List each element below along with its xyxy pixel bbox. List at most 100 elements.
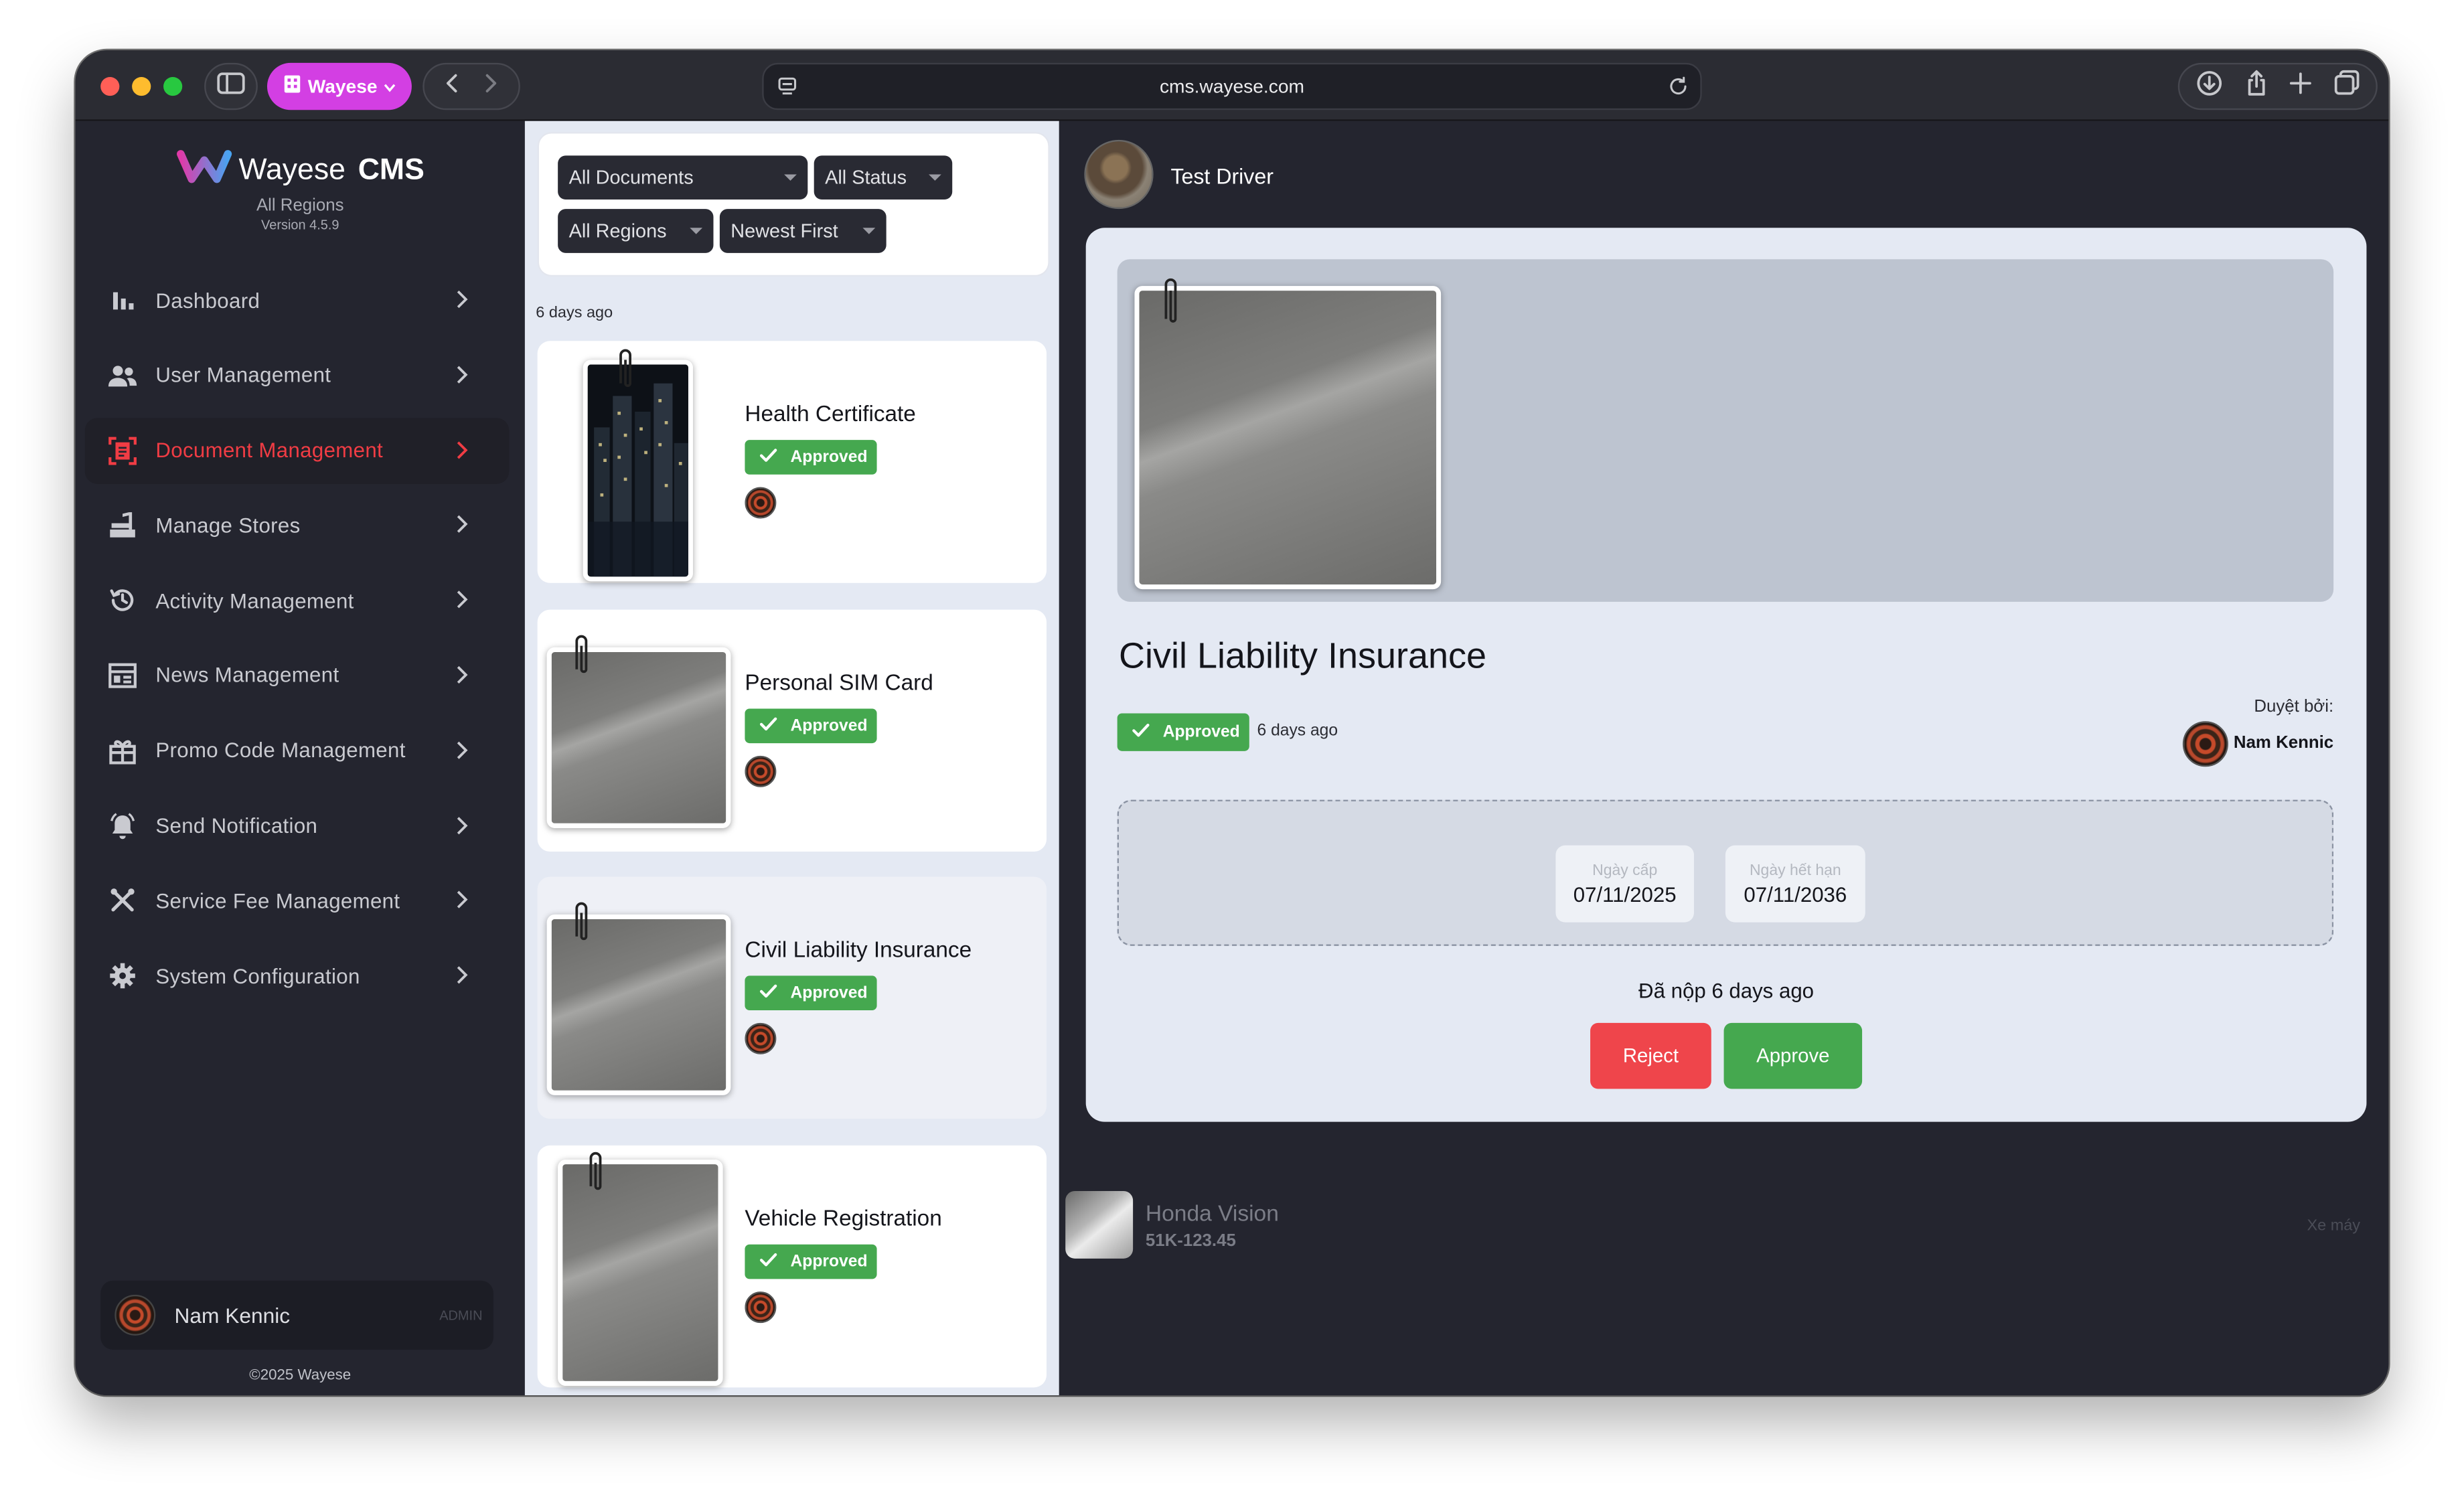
document-card[interactable]: Health Certificate Approved bbox=[537, 341, 1047, 583]
current-user[interactable]: Nam Kennic ADMIN bbox=[100, 1280, 493, 1350]
chevron-right-icon bbox=[456, 965, 469, 990]
status-badge: Approved bbox=[745, 708, 877, 744]
tab-group-button[interactable]: Wayese bbox=[266, 62, 412, 110]
minimize-window-button[interactable] bbox=[132, 76, 151, 96]
sidebar-item-promo-code-management[interactable]: Promo Code Management bbox=[85, 718, 510, 784]
chevron-right-icon bbox=[456, 665, 469, 690]
document-detail-panel: Test Driver Civil Liability Insurance Ap… bbox=[1059, 121, 2389, 1396]
check-icon bbox=[759, 983, 778, 1004]
document-detail-card: Civil Liability Insurance Approved 6 day… bbox=[1085, 228, 2367, 1122]
document-card[interactable]: Vehicle Registration Approved bbox=[537, 1145, 1047, 1388]
tools-icon bbox=[107, 885, 139, 917]
brand-name: Wayese bbox=[238, 153, 345, 187]
check-icon bbox=[759, 1251, 778, 1272]
sidebar-item-activity-management[interactable]: Activity Management bbox=[85, 568, 510, 634]
issue-date-label: Ngày cấp bbox=[1592, 862, 1658, 880]
document-card[interactable]: Personal SIM Card Approved bbox=[537, 609, 1047, 852]
sort-select[interactable]: Newest First bbox=[719, 209, 887, 253]
check-icon bbox=[759, 716, 778, 736]
filter-bar: All Documents All Status All Regions New… bbox=[538, 133, 1049, 275]
paperclip-icon bbox=[572, 631, 591, 683]
back-button[interactable] bbox=[445, 72, 460, 102]
sidebar-item-dashboard[interactable]: Dashboard bbox=[85, 267, 510, 333]
newspaper-icon bbox=[107, 660, 139, 692]
browser-actions bbox=[2177, 62, 2378, 110]
paperclip-icon bbox=[586, 1149, 605, 1200]
reload-icon[interactable] bbox=[1666, 74, 1691, 104]
vehicle-thumbnail bbox=[1065, 1190, 1134, 1259]
expiry-date-chip: Ngày hết hạn 07/11/2036 bbox=[1725, 845, 1865, 923]
paperclip-icon bbox=[616, 345, 635, 397]
expiry-date-label: Ngày hết hạn bbox=[1749, 862, 1841, 880]
check-icon bbox=[1132, 722, 1150, 742]
status-badge: Approved bbox=[745, 1244, 877, 1279]
reject-button[interactable]: Reject bbox=[1590, 1022, 1711, 1089]
region-select[interactable]: All Regions bbox=[558, 209, 714, 253]
chevron-right-icon bbox=[456, 890, 469, 915]
download-icon[interactable] bbox=[2196, 68, 2224, 104]
chevron-down-icon bbox=[384, 76, 396, 98]
store-icon bbox=[107, 509, 139, 541]
driver-name: Test Driver bbox=[1170, 165, 1274, 189]
history-icon bbox=[107, 584, 139, 616]
bell-icon bbox=[107, 810, 139, 842]
status-select[interactable]: All Status bbox=[814, 155, 953, 200]
chevron-right-icon bbox=[456, 289, 469, 315]
approve-button[interactable]: Approve bbox=[1723, 1022, 1863, 1089]
zoom-window-button[interactable] bbox=[163, 76, 183, 96]
new-tab-icon[interactable] bbox=[2289, 70, 2314, 102]
vehicle-name: Honda Vision bbox=[1145, 1202, 1279, 1227]
document-type-select[interactable]: All Documents bbox=[558, 155, 808, 200]
users-icon bbox=[107, 360, 139, 391]
chevron-right-icon bbox=[456, 740, 469, 765]
reviewer-avatar bbox=[745, 755, 777, 787]
expiry-date-value: 07/11/2036 bbox=[1744, 882, 1847, 907]
share-icon[interactable] bbox=[2244, 68, 2269, 104]
sidebar-toggle-button[interactable] bbox=[204, 62, 258, 110]
tab-group-label: Wayese bbox=[307, 75, 378, 98]
chevron-right-icon bbox=[456, 590, 469, 615]
submitted-text: Đã nộp 6 days ago bbox=[1638, 979, 1815, 1003]
brand-region: All Regions bbox=[256, 196, 344, 216]
document-title: Health Certificate bbox=[745, 402, 916, 428]
document-title: Vehicle Registration bbox=[745, 1206, 942, 1232]
gift-icon bbox=[107, 735, 139, 767]
reviewer-avatar bbox=[745, 1291, 777, 1324]
sidebar-item-document-management[interactable]: Document Management bbox=[84, 417, 510, 483]
sidebar-item-system-configuration[interactable]: System Configuration bbox=[85, 943, 510, 1010]
close-window-button[interactable] bbox=[100, 76, 120, 96]
bar-chart-icon bbox=[107, 285, 139, 316]
approved-by-label: Duyệt bởi: bbox=[2254, 698, 2334, 717]
issue-date-value: 07/11/2025 bbox=[1573, 882, 1677, 907]
document-thumbnail bbox=[583, 360, 693, 582]
sidebar-item-service-fee-management[interactable]: Service Fee Management bbox=[85, 868, 510, 934]
brand-product: CMS bbox=[358, 153, 425, 187]
user-name: Nam Kennic bbox=[174, 1303, 291, 1327]
document-title: Personal SIM Card bbox=[745, 671, 933, 696]
document-scan-icon bbox=[107, 435, 139, 466]
paperclip-icon bbox=[572, 898, 591, 950]
address-bar[interactable]: cms.wayese.com bbox=[762, 62, 1702, 110]
document-card-selected[interactable]: Civil Liability Insurance Approved bbox=[537, 876, 1047, 1119]
page-settings-icon[interactable] bbox=[775, 74, 800, 104]
vehicle-type: Xe máy bbox=[2307, 1217, 2361, 1235]
avatar bbox=[114, 1294, 156, 1336]
document-thumbnail bbox=[558, 1160, 723, 1386]
status-badge: Approved bbox=[1117, 713, 1249, 751]
document-title: Civil Liability Insurance bbox=[1118, 635, 1487, 676]
approver-avatar bbox=[2182, 721, 2228, 767]
forward-button[interactable] bbox=[482, 72, 497, 102]
sidebar-icon bbox=[217, 72, 245, 102]
sidebar-item-manage-stores[interactable]: Manage Stores bbox=[85, 492, 510, 558]
reviewer-avatar bbox=[745, 487, 777, 519]
sidebar-item-news-management[interactable]: News Management bbox=[85, 643, 510, 709]
sidebar-item-send-notification[interactable]: Send Notification bbox=[85, 793, 510, 859]
group-label: 6 days ago bbox=[536, 305, 613, 323]
chevron-right-icon bbox=[456, 514, 469, 540]
document-image[interactable] bbox=[1134, 286, 1442, 590]
sidebar-item-user-management[interactable]: User Management bbox=[85, 342, 510, 408]
tab-overview-icon[interactable] bbox=[2333, 69, 2360, 104]
status-badge: Approved bbox=[745, 440, 877, 475]
wayese-logo-icon bbox=[176, 149, 232, 193]
approver-name: Nam Kennic bbox=[2233, 734, 2334, 753]
